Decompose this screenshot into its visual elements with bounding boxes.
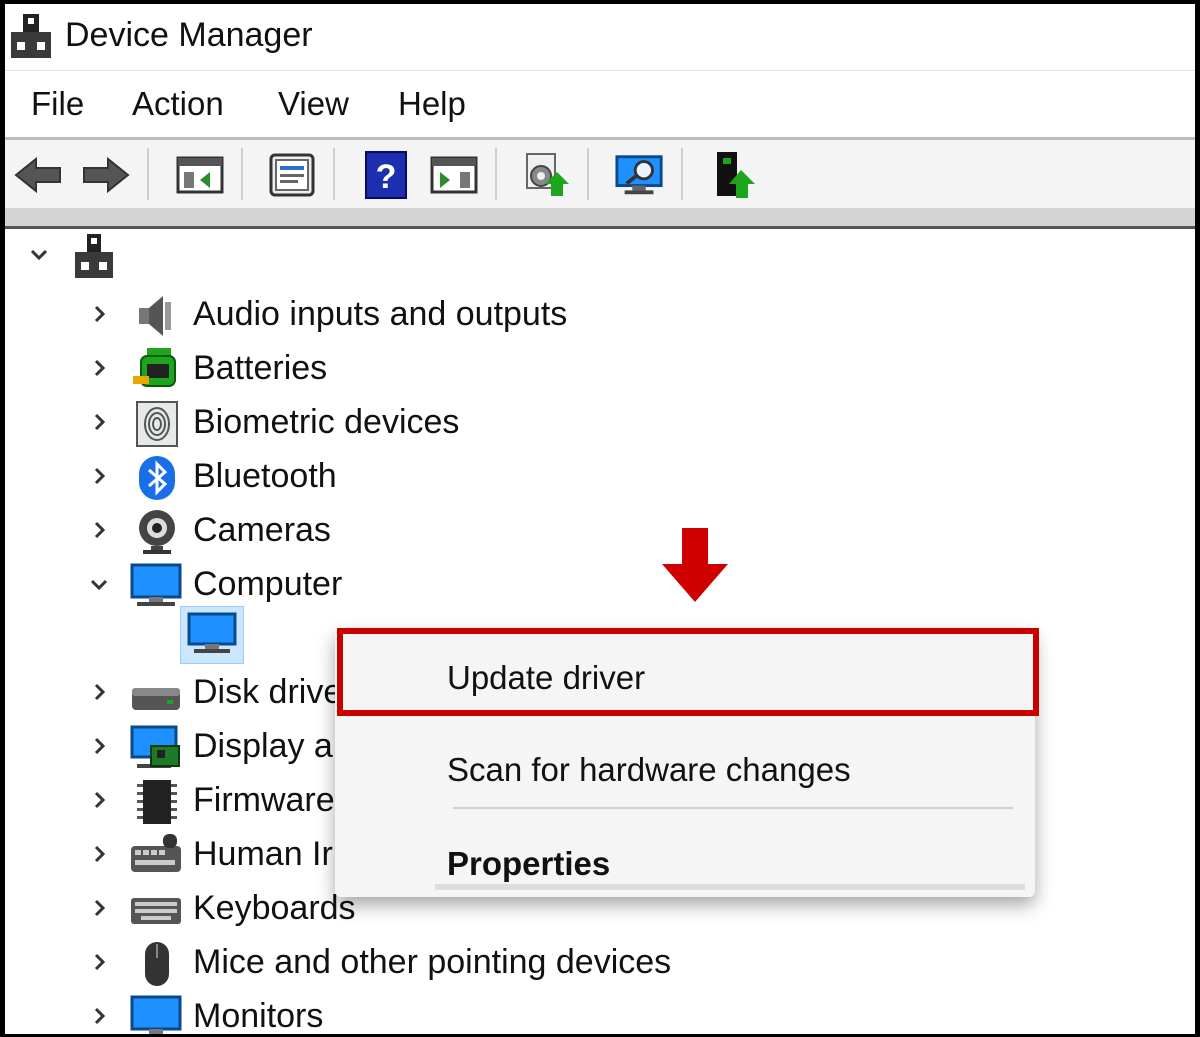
chevron-right-icon[interactable] [87, 680, 111, 704]
webcam-icon [139, 510, 175, 554]
chevron-right-icon[interactable] [87, 410, 111, 434]
monitor-icon [187, 612, 237, 653]
chevron-down-icon[interactable] [27, 242, 51, 266]
disk-drive-icon [132, 688, 180, 710]
chevron-right-icon[interactable] [87, 1004, 111, 1028]
fingerprint-icon [136, 401, 178, 447]
tree-item-label: Batteries [193, 349, 328, 387]
menu-item-scan-hardware[interactable]: Scan for hardware changes [335, 751, 1147, 789]
tree-root[interactable] [5, 229, 1195, 283]
tree-item-computer[interactable]: Computer [5, 559, 1195, 613]
show-hide-console-tree-button[interactable] [175, 150, 225, 200]
tree-item-batteries[interactable]: Batteries [5, 343, 1195, 397]
forward-arrow-icon [83, 156, 130, 194]
title-bar: Device Manager [5, 4, 1195, 71]
tree-item-label: Keyboards [193, 889, 356, 927]
speaker-icon [139, 296, 171, 336]
annotation-highlight-box [337, 628, 1039, 716]
chevron-right-icon[interactable] [87, 518, 111, 542]
tree-item-biometric[interactable]: Biometric devices [5, 397, 1195, 451]
monitor-icon [130, 995, 182, 1034]
keyboard-icon [131, 898, 181, 924]
tree-item-label: Cameras [193, 511, 331, 549]
bluetooth-icon [139, 456, 175, 500]
tree-item-mice[interactable]: Mice and other pointing devices [5, 937, 1195, 991]
chip-icon [137, 780, 177, 824]
tree-item-label: Human Ir [193, 835, 333, 873]
display-adapter-icon [130, 725, 180, 768]
menu-item-properties[interactable]: Properties [335, 845, 1147, 883]
tree-item-label: Firmware [193, 781, 335, 819]
tree-item-label: Mice and other pointing devices [193, 943, 672, 981]
menu-bottom-edge [435, 884, 1025, 890]
tree-item-label: Monitors [193, 997, 324, 1034]
chevron-down-icon[interactable] [87, 572, 111, 596]
device-manager-window: Device Manager File Action View Help ? A… [5, 4, 1195, 1034]
chevron-right-icon[interactable] [87, 788, 111, 812]
menu-help[interactable]: Help [398, 85, 466, 123]
update-driver-software-icon [526, 153, 569, 196]
properties-icon [269, 153, 315, 197]
menu-divider [453, 807, 1013, 809]
menu-action[interactable]: Action [132, 85, 224, 123]
device-manager-icon [9, 12, 53, 67]
show-hide-console-tree-icon [176, 156, 224, 194]
chevron-right-icon[interactable] [87, 896, 111, 920]
annotation-down-arrow-icon [662, 528, 728, 602]
show-action-pane-icon [430, 156, 478, 194]
computer-root-icon [75, 234, 113, 278]
tree-item-monitors[interactable]: Monitors [5, 991, 1195, 1034]
help-icon: ? [365, 151, 407, 199]
chevron-right-icon[interactable] [87, 302, 111, 326]
toolbar: ? [5, 140, 1195, 208]
svg-text:?: ? [376, 158, 397, 196]
tree-item-label: Computer [193, 565, 343, 603]
update-driver-software-button[interactable] [521, 150, 571, 200]
tree-item-audio[interactable]: Audio inputs and outputs [5, 289, 1195, 343]
tree-item-label: Disk drive [193, 673, 343, 711]
show-action-pane-button[interactable] [429, 150, 479, 200]
tree-item-label: Bluetooth [193, 457, 337, 495]
scan-hardware-icon [615, 155, 663, 195]
toolbar-separator-band [5, 208, 1195, 229]
menu-bar: File Action View Help [5, 71, 1195, 140]
scan-hardware-button[interactable] [615, 150, 665, 200]
chevron-right-icon[interactable] [87, 356, 111, 380]
menu-view[interactable]: View [278, 85, 349, 123]
back-arrow-icon [14, 156, 61, 194]
chevron-right-icon[interactable] [87, 842, 111, 866]
tree-item-label: Audio inputs and outputs [193, 295, 568, 333]
tree-item-label: Biometric devices [193, 403, 460, 441]
chevron-right-icon[interactable] [87, 950, 111, 974]
chevron-right-icon[interactable] [87, 734, 111, 758]
chevron-right-icon[interactable] [87, 464, 111, 488]
keyboard-mouse-icon [131, 834, 181, 872]
menu-file[interactable]: File [31, 85, 84, 123]
tree-item-label: Display a [193, 727, 333, 765]
back-button[interactable] [13, 150, 63, 200]
enable-device-button[interactable] [709, 150, 759, 200]
tree-item-cameras[interactable]: Cameras [5, 505, 1195, 559]
monitor-icon [130, 563, 182, 606]
battery-icon [133, 348, 176, 387]
tree-item-computer-child[interactable] [180, 606, 244, 664]
enable-device-icon [717, 152, 755, 198]
help-button[interactable]: ? [361, 150, 411, 200]
tree-item-bluetooth[interactable]: Bluetooth [5, 451, 1195, 505]
properties-button[interactable] [267, 150, 317, 200]
window-title: Device Manager [65, 16, 313, 54]
forward-button[interactable] [81, 150, 131, 200]
mouse-icon [145, 942, 169, 986]
